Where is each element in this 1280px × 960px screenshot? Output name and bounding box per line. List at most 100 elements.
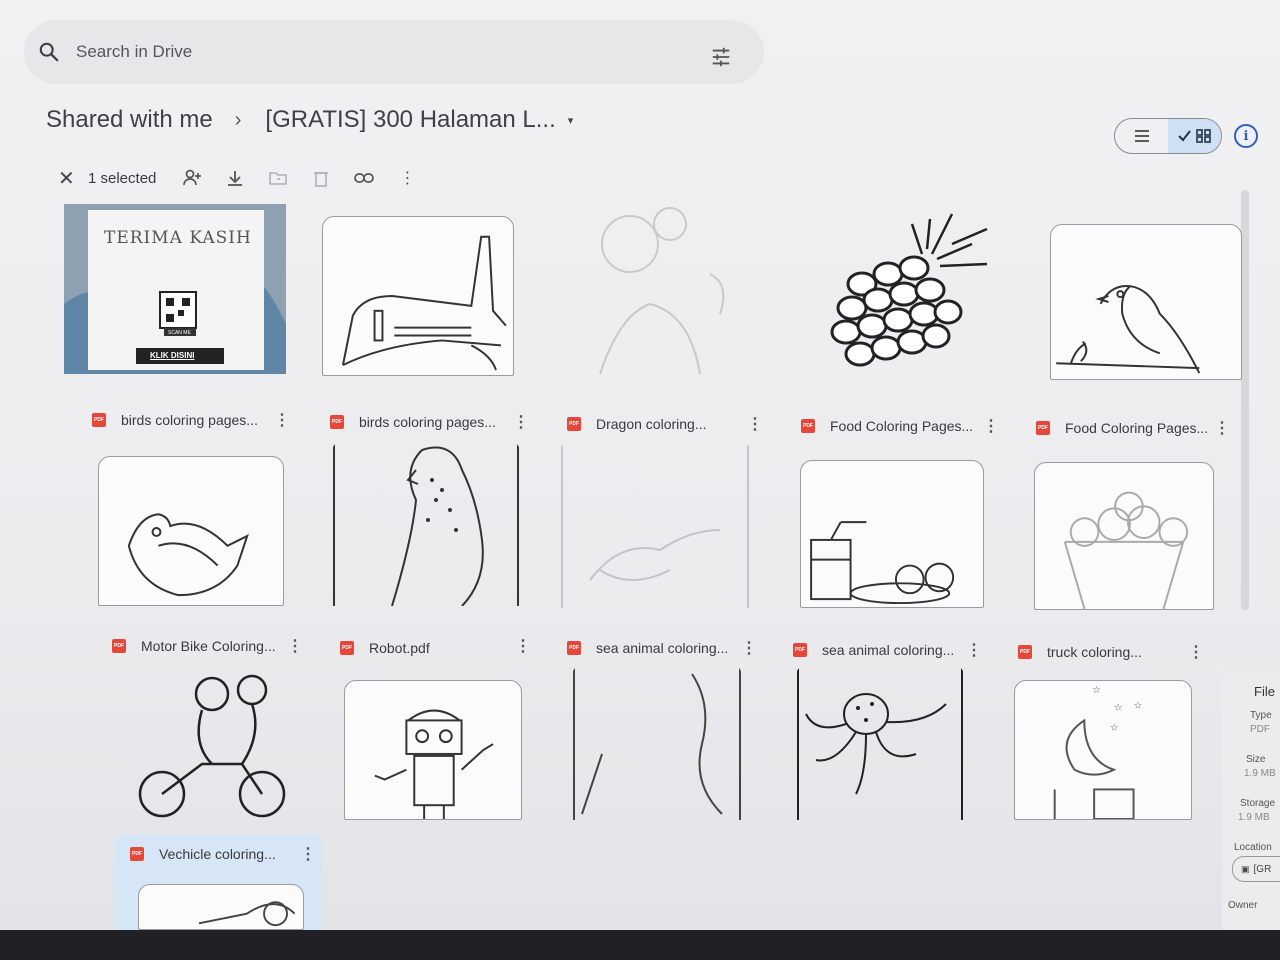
selection-toolbar: ✕ 1 selected ⋮ [58, 164, 438, 192]
search-options-icon[interactable] [710, 46, 732, 68]
breadcrumb: Shared with me › [GRATIS] 300 Halaman L.… [46, 106, 573, 134]
list-view-button[interactable] [1115, 119, 1168, 153]
file-item[interactable]: PDF Dragon coloring... [567, 412, 707, 436]
more-options-icon[interactable]: ⋮ [300, 844, 316, 864]
more-options-icon[interactable]: ⋮ [274, 410, 290, 430]
file-item[interactable]: PDF birds coloring pages... [92, 408, 258, 432]
file-item[interactable]: PDF Vechicle coloring... [130, 842, 276, 866]
more-options-icon[interactable]: ⋮ [966, 640, 982, 660]
more-options-icon[interactable]: ⋮ [515, 636, 531, 656]
breadcrumb-root[interactable]: Shared with me [46, 106, 213, 134]
more-options-icon[interactable]: ⋮ [741, 638, 757, 658]
breadcrumb-separator: › [234, 108, 242, 131]
link-icon[interactable] [352, 166, 376, 190]
more-options-icon[interactable]: ⋮ [983, 416, 999, 436]
move-to-folder-icon[interactable] [266, 166, 290, 190]
bird-on-branch-drawing [1056, 285, 1201, 374]
storage-value: 1.9 MB [1238, 812, 1270, 823]
click-here-text: KLIK DISINI [150, 351, 195, 360]
file-name: Food Coloring Pages... [1065, 420, 1209, 436]
drive-window: Shared with me › [GRATIS] 300 Halaman L.… [0, 0, 1280, 934]
parrot-drawing [333, 440, 519, 606]
more-actions-icon[interactable]: ⋮ [395, 166, 419, 190]
food-drawing [810, 521, 955, 605]
more-options-icon[interactable]: ⋮ [513, 412, 529, 432]
thumbnail-seahorse[interactable] [572, 664, 742, 820]
pdf-icon: PDF [1036, 421, 1050, 435]
file-name: birds coloring pages... [359, 414, 496, 430]
popcorn-drawing [1063, 491, 1189, 609]
thumbnail-popcorn[interactable] [1034, 462, 1214, 610]
file-item[interactable]: PDF truck coloring... [1018, 640, 1142, 664]
details-title: File [1254, 684, 1275, 699]
type-value: PDF [1250, 724, 1270, 735]
file-item[interactable]: PDF Motor Bike Coloring... [112, 634, 276, 658]
location-value: [GR [1253, 863, 1272, 875]
thumbnail-robot[interactable] [344, 680, 522, 820]
thumbnail-food[interactable] [800, 460, 984, 608]
thumbnail-moon-stars[interactable]: ☆ ☆ ☆ ☆ [1014, 680, 1192, 820]
pdf-icon: PDF [130, 847, 144, 861]
type-label: Type [1250, 710, 1272, 721]
thumbnail-terima-kasih[interactable]: TERIMA KASIH SCAN ME KLIK DISINI [64, 204, 286, 374]
folder-icon: ▣ [1241, 863, 1250, 874]
thumbnail-airplane[interactable] [322, 216, 514, 376]
octopus-drawing [797, 664, 963, 820]
thumbnail-faded-bird[interactable] [560, 204, 760, 380]
thumbnail-bird-outline[interactable] [98, 456, 284, 606]
owner-label: Owner [1228, 900, 1258, 911]
monitor-bezel [0, 930, 1280, 960]
thank-you-text: TERIMA KASIH [104, 228, 252, 248]
grid-view-button[interactable] [1168, 119, 1221, 153]
file-name: Motor Bike Coloring... [141, 638, 276, 654]
check-grid-icon [1177, 129, 1211, 143]
seahorse-drawing [573, 664, 741, 820]
thumbnail-raspberry[interactable] [812, 204, 1002, 380]
search-input[interactable] [76, 42, 576, 62]
more-options-icon[interactable]: ⋮ [747, 414, 763, 434]
svg-text:☆: ☆ [1092, 685, 1101, 696]
file-item[interactable]: PDF birds coloring pages... [330, 410, 496, 434]
more-options-icon[interactable]: ⋮ [1214, 418, 1230, 438]
more-options-icon[interactable]: ⋮ [287, 636, 303, 656]
pdf-icon: PDF [340, 641, 354, 655]
thumbnail-octopus[interactable] [796, 664, 964, 820]
file-name: Dragon coloring... [596, 416, 707, 432]
share-icon[interactable] [180, 166, 204, 190]
scan-me-text: SCAN ME [168, 330, 191, 336]
file-item[interactable]: PDF Food Coloring Pages... [1036, 416, 1208, 440]
file-name: sea animal coloring... [822, 642, 955, 658]
motorbike-drawing [138, 674, 286, 818]
svg-text:☆: ☆ [1110, 722, 1119, 733]
storage-label: Storage [1240, 798, 1276, 809]
pdf-icon: PDF [330, 415, 344, 429]
clear-selection-icon[interactable]: ✕ [58, 166, 88, 191]
airplane-drawing [341, 235, 507, 371]
file-item[interactable]: PDF sea animal coloring... [793, 638, 954, 662]
breadcrumb-current-folder[interactable]: [GRATIS] 300 Halaman L... [265, 106, 555, 134]
dragon-drawing [561, 440, 749, 608]
search-bar[interactable] [24, 20, 764, 84]
location-chip[interactable]: ▣ [GR [1232, 856, 1280, 882]
thumbnail-bird-branch[interactable] [1050, 224, 1242, 380]
thumbnail-dragon[interactable] [560, 440, 750, 608]
vehicle-drawing [198, 901, 296, 927]
thumbnail-motorbike[interactable] [132, 664, 296, 820]
folder-menu-caret-icon[interactable]: ▾ [568, 114, 574, 127]
file-item[interactable]: PDF Food Coloring Pages... [801, 414, 973, 438]
file-name: birds coloring pages... [121, 412, 258, 428]
thumbnail-vehicle[interactable] [138, 884, 304, 930]
file-item[interactable]: PDF sea animal coloring... [567, 636, 728, 660]
list-icon [1134, 130, 1149, 142]
file-item[interactable]: PDF Robot.pdf [340, 636, 430, 660]
thumbnail-parrot[interactable] [332, 440, 520, 606]
more-options-icon[interactable]: ⋮ [1188, 642, 1204, 662]
info-icon[interactable]: i [1234, 124, 1258, 148]
download-icon[interactable] [223, 166, 247, 190]
pdf-icon: PDF [567, 417, 581, 431]
pdf-icon: PDF [92, 413, 106, 427]
details-panel: File Type PDF Size 1.9 MB Storage 1.9 MB… [1222, 670, 1280, 930]
scrollbar[interactable] [1241, 190, 1249, 610]
file-name: Robot.pdf [369, 640, 430, 656]
trash-icon[interactable] [309, 166, 333, 190]
